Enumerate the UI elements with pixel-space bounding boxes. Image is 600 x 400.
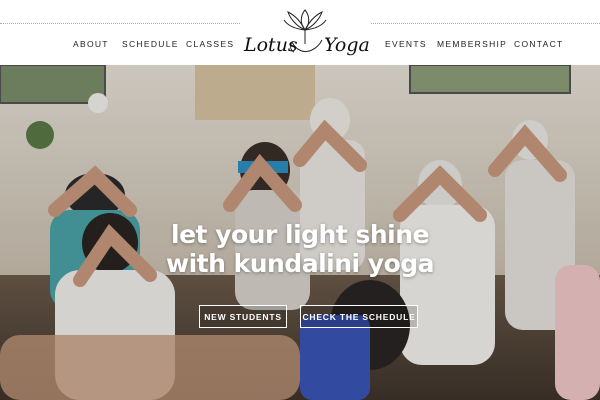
nav-membership[interactable]: MEMBERSHIP <box>437 39 507 49</box>
hero-headline-line1: let your light shine <box>171 220 429 249</box>
new-students-button[interactable]: NEW STUDENTS <box>199 305 287 328</box>
hero-section: let your light shine with kundalini yoga… <box>0 65 600 400</box>
hero-headline-line2: with kundalini yoga <box>165 249 435 278</box>
logo-word-lotus: Lotus <box>244 34 298 56</box>
nav-schedule[interactable]: SCHEDULE <box>122 39 179 49</box>
nav-contact[interactable]: CONTACT <box>514 39 564 49</box>
site-logo[interactable]: Lotus Yoga <box>240 4 370 62</box>
site-header: ABOUT SCHEDULE CLASSES Lotus Yoga EVENTS… <box>0 0 600 65</box>
nav-classes[interactable]: CLASSES <box>186 39 234 49</box>
logo-word-yoga: Yoga <box>324 34 370 56</box>
check-schedule-button[interactable]: CHECK THE SCHEDULE <box>300 305 418 328</box>
nav-about[interactable]: ABOUT <box>73 39 109 49</box>
nav-events[interactable]: EVENTS <box>385 39 427 49</box>
